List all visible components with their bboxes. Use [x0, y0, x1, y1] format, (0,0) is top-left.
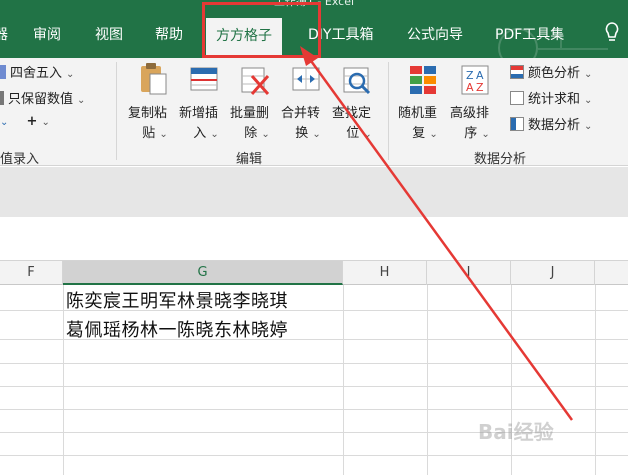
- annotation-arrow: [300, 46, 574, 421]
- excel-window: 工作簿1 - Excel 器 审阅 视图 帮助 方方格子 DIY工具箱 公式向导…: [0, 0, 628, 475]
- watermark-logo: Bai经验: [478, 420, 554, 444]
